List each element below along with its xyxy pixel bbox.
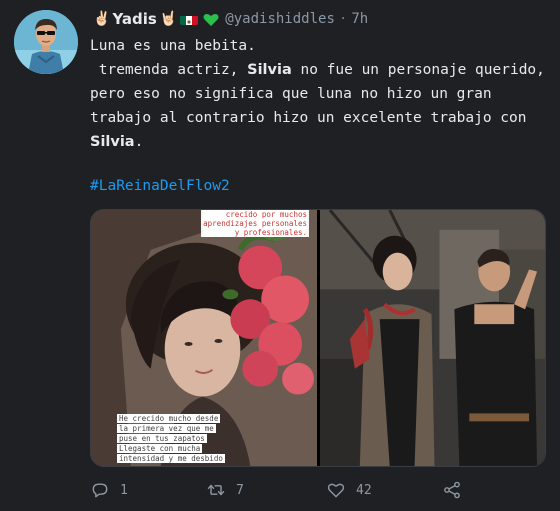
- avatar[interactable]: [14, 10, 78, 74]
- tweet-line-3: pero eso no significa que luna no hizo u…: [90, 86, 492, 102]
- timestamp[interactable]: 7h: [351, 11, 368, 27]
- photo-set-actors[interactable]: [320, 210, 545, 466]
- photo-caption-bottom: He crecido mucho desde la primera vez qu…: [117, 414, 225, 463]
- tweet-text: Luna es una bebita. tremenda actriz, Sil…: [90, 34, 552, 154]
- separator-dot: ·: [340, 11, 346, 27]
- tweet-header: ✌🏻 Yadis 🤘🏻 @yadishiddles · 7h: [90, 8, 368, 30]
- hashtag-link[interactable]: #LaReinaDelFlow2: [90, 178, 230, 194]
- rock-hand-emoji: 🤘🏻: [159, 11, 178, 27]
- retweet-button[interactable]: 7: [206, 480, 244, 500]
- share-icon: [444, 481, 460, 499]
- photo-caption-top: crecido por muchos aprendizajes personal…: [201, 210, 309, 237]
- action-bar: 1 7 42: [90, 476, 470, 504]
- like-count: 42: [356, 482, 372, 498]
- tweet-line-2: tremenda actriz, Silvia no fue un person…: [90, 62, 545, 78]
- like-button[interactable]: 42: [326, 480, 372, 500]
- heart-icon: [327, 483, 345, 498]
- bold-silvia: Silvia: [247, 62, 292, 78]
- tweet-card[interactable]: ✌🏻 Yadis 🤘🏻 @yadishiddles · 7h Luna es u…: [0, 0, 560, 511]
- retweet-count: 7: [236, 482, 244, 498]
- retweet-icon: [207, 484, 225, 496]
- tweet-line-5: Silvia.: [90, 134, 144, 150]
- photo-portrait-roses[interactable]: crecido por muchos aprendizajes personal…: [91, 210, 317, 466]
- green-heart-icon: [203, 12, 219, 26]
- mexico-flag-icon: [180, 13, 199, 25]
- tweet-line-4: trabajo al contrario hizo un excelente t…: [90, 110, 527, 126]
- share-button[interactable]: [442, 480, 472, 500]
- reply-button[interactable]: 1: [90, 480, 128, 500]
- victory-hand-emoji: ✌🏻: [93, 11, 111, 27]
- media-grid: crecido por muchos aprendizajes personal…: [90, 209, 546, 467]
- reply-icon: [92, 483, 108, 498]
- bold-silvia: Silvia: [90, 134, 135, 150]
- display-name[interactable]: Yadis: [112, 10, 156, 28]
- tweet-line-1: Luna es una bebita.: [90, 38, 256, 54]
- user-handle[interactable]: @yadishiddles: [225, 11, 335, 27]
- reply-count: 1: [120, 482, 128, 498]
